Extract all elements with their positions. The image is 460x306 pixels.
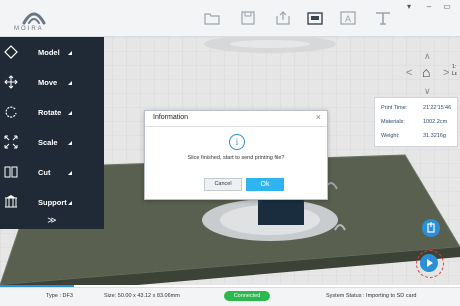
sidebar-item-rotate[interactable]: Rotate — [0, 99, 104, 125]
sidebar-item-label: Support — [38, 198, 67, 207]
maximize-icon[interactable]: ▭ — [441, 2, 453, 12]
send-file-button[interactable] — [422, 219, 440, 237]
expand-icon — [68, 201, 72, 205]
print-info-panel: Print Time: 21’22’15’46 Materials: 1002.… — [374, 97, 458, 147]
connection-badge: Connected — [224, 291, 270, 301]
text-icon[interactable]: A — [340, 11, 356, 25]
printer-type: Type : DF3 — [46, 293, 73, 299]
materials-label: Materials: — [381, 119, 405, 125]
model-size: Size: 50.00 x 43.12 x 83.06mm — [104, 293, 180, 299]
support-icon — [4, 195, 18, 209]
logo-text: MOIRA — [14, 26, 44, 32]
weight-label: Weight: — [381, 133, 400, 139]
sidebar-item-move[interactable]: Move — [0, 69, 104, 95]
sidebar-item-label: Rotate — [38, 108, 62, 117]
print-time-value: 21’22’15’46 — [423, 105, 452, 111]
sidebar-item-model[interactable]: Model — [0, 39, 104, 65]
start-print-button[interactable] — [420, 254, 438, 272]
print-time-label: Print Time: — [381, 105, 408, 111]
model-icon — [4, 45, 18, 59]
svg-text:A: A — [345, 14, 351, 24]
left-tool-sidebar: Model Move Rotate Scale Cut Support ≫ — [0, 37, 104, 229]
save-icon[interactable] — [240, 11, 256, 25]
sidebar-item-label: Scale — [38, 138, 58, 147]
export-icon[interactable] — [275, 11, 291, 25]
sidebar-item-label: Move — [38, 78, 58, 87]
folder-icon[interactable] — [204, 11, 220, 25]
information-dialog: Information × i Slice finished, start to… — [144, 110, 328, 200]
minimize-icon[interactable]: – — [423, 2, 435, 12]
scale-icon — [4, 135, 18, 149]
expand-icon — [68, 171, 72, 175]
materials-value: 1002.2cm — [423, 119, 448, 125]
dialog-message: Slice finished, start to send printing f… — [187, 155, 285, 161]
move-icon — [4, 75, 18, 89]
file-upload-icon — [427, 222, 435, 233]
view-right-button[interactable]: > — [443, 67, 449, 79]
system-status: System Status : Importing to SD card — [326, 293, 417, 299]
view-up-button[interactable]: ∧ — [424, 51, 431, 62]
sidebar-item-label: Cut — [38, 168, 51, 177]
view-down-button[interactable]: ∨ — [424, 86, 431, 97]
menu-dropdown-icon[interactable]: ▾ — [403, 2, 415, 12]
expand-icon — [68, 141, 72, 145]
expand-icon — [68, 111, 72, 115]
sidebar-item-support[interactable]: Support — [0, 189, 104, 215]
ok-button[interactable]: Ok — [246, 178, 284, 191]
side-panel-label: 1: — [452, 64, 457, 70]
print-icon[interactable] — [307, 11, 323, 25]
home-view-icon[interactable]: ⌂ — [422, 64, 430, 80]
status-bar: Type : DF3 Size: 50.00 x 43.12 x 83.06mm… — [0, 287, 460, 306]
sidebar-item-scale[interactable]: Scale — [0, 129, 104, 155]
rotate-icon — [4, 105, 18, 119]
weight-value: 31.3216g — [423, 133, 446, 139]
cancel-button[interactable]: Cancel — [204, 178, 242, 191]
dialog-title: Information — [153, 114, 189, 121]
expand-icon — [68, 81, 72, 85]
play-icon — [427, 259, 433, 267]
sidebar-item-cut[interactable]: Cut — [0, 159, 104, 185]
side-panel-label: Lε — [452, 71, 458, 77]
dialog-divider — [145, 126, 327, 127]
sidebar-more-icon[interactable]: ≫ — [0, 215, 104, 229]
expand-icon — [68, 51, 72, 55]
cut-icon — [4, 165, 18, 179]
top-toolbar: MOIRA A ▾ – ▭ — [0, 0, 460, 37]
view-left-button[interactable]: < — [406, 67, 412, 79]
info-icon: i — [229, 134, 245, 150]
sidebar-item-label: Model — [38, 48, 60, 57]
support-tool-icon[interactable] — [375, 11, 391, 25]
close-icon[interactable]: × — [316, 112, 321, 122]
